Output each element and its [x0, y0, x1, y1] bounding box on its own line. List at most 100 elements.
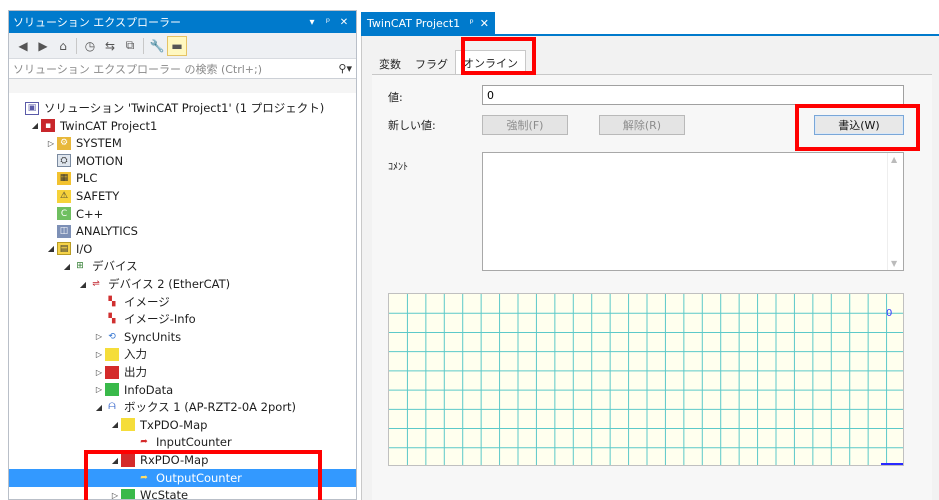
image-info-icon: ▚: [108, 314, 116, 325]
search-input[interactable]: ソリューション エクスプローラー の検索 (Ctrl+;): [13, 61, 338, 77]
collapse-all-icon[interactable]: ⧉: [120, 36, 140, 56]
tree-item[interactable]: ▚ イメージ: [9, 293, 356, 311]
image-icon: ▚: [108, 296, 116, 307]
document-tab-title: TwinCAT Project1: [367, 16, 461, 30]
expand-icon[interactable]: ▷: [45, 139, 57, 148]
tree-item-label: SYSTEM: [76, 136, 122, 151]
comment-scrollbar[interactable]: ▲ ▼: [887, 153, 903, 270]
output-folder-icon: [105, 365, 119, 379]
tree-item[interactable]: ▷ ⚙ SYSTEM: [9, 134, 356, 152]
pin-icon[interactable]: ᵖ: [320, 17, 336, 28]
scroll-up-icon[interactable]: ▲: [891, 155, 897, 164]
collapse-icon[interactable]: ◢: [29, 121, 41, 130]
comment-label: ｺﾒﾝﾄ: [388, 162, 408, 173]
solution-tree: ▣ ソリューション 'TwinCAT Project1' (1 プロジェクト) ◢ ▪…: [9, 93, 356, 499]
tab-online[interactable]: オンライン: [455, 50, 526, 74]
tree-item[interactable]: ➦ OutputCounter: [9, 468, 356, 487]
write-button[interactable]: 書込(W): [814, 115, 904, 135]
collapse-icon[interactable]: ◢: [61, 262, 73, 271]
tree-item[interactable]: ◢ ▪ TwinCAT Project1: [9, 117, 356, 135]
tree-item[interactable]: ➦ InputCounter: [9, 433, 356, 451]
tree-item[interactable]: ▷ 入力: [9, 345, 356, 363]
window-position-menu-icon[interactable]: ▾: [304, 17, 320, 28]
tree-item-label: デバイス: [92, 259, 138, 274]
solution-explorer-title: ソリューション エクスプローラー: [13, 16, 181, 29]
tree-item[interactable]: ▷ InfoData: [9, 381, 356, 399]
tree-item-label: InputCounter: [156, 435, 232, 450]
tree-item[interactable]: ◫ ANALYTICS: [9, 222, 356, 240]
comment-textarea[interactable]: ▲ ▼: [482, 152, 904, 271]
tree-item[interactable]: ⚠ SAFETY: [9, 187, 356, 205]
tree-item[interactable]: ⛭ MOTION: [9, 152, 356, 170]
value-field[interactable]: [482, 85, 904, 105]
infodata-icon: [105, 383, 119, 397]
tree-item-label: OutputCounter: [156, 470, 242, 485]
sync-icon[interactable]: ⇆: [100, 36, 120, 56]
tree-item-label: InfoData: [124, 382, 174, 397]
tree-item[interactable]: ◢ ⊞ デバイス: [9, 257, 356, 275]
tree-item[interactable]: ◢ ⇌ デバイス 2 (EtherCAT): [9, 275, 356, 293]
expand-icon[interactable]: ▷: [93, 350, 105, 359]
property-subtabs: 変数 フラグ オンライン: [372, 50, 526, 74]
tree-item-label: イメージ-Info: [124, 312, 196, 327]
properties-wrench-icon[interactable]: 🔧: [147, 36, 167, 56]
input-var-icon: ➦: [140, 437, 148, 448]
tree-item[interactable]: ◢ ▤ I/O: [9, 240, 356, 258]
tree-item-label: I/O: [76, 241, 93, 256]
scroll-down-icon[interactable]: ▼: [891, 259, 897, 268]
collapse-icon[interactable]: ◢: [45, 244, 57, 253]
document-tab-twincat-project1[interactable]: TwinCAT Project1 ᵖ ✕: [361, 12, 495, 34]
tree-item-label: イメージ: [124, 294, 170, 309]
collapse-icon[interactable]: ◢: [109, 420, 121, 429]
tree-item[interactable]: ▷ 出力: [9, 363, 356, 381]
value-label: 値:: [388, 91, 403, 104]
tree-item[interactable]: C C++: [9, 205, 356, 223]
expand-icon[interactable]: ▷: [93, 385, 105, 394]
home-icon[interactable]: ⌂: [53, 36, 73, 56]
pin-icon[interactable]: ᵖ: [469, 18, 473, 29]
forward-icon[interactable]: ▶: [33, 36, 53, 56]
back-icon[interactable]: ◀: [13, 36, 33, 56]
search-icon[interactable]: ⚲▾: [338, 62, 352, 75]
plc-icon: ▦: [57, 171, 71, 185]
syncunits-icon: ⟲: [108, 331, 116, 342]
expand-icon[interactable]: ▷: [93, 368, 105, 377]
tree-item-label: RxPDO-Map: [140, 453, 209, 467]
release-button[interactable]: 解除(R): [599, 115, 685, 135]
tree-item[interactable]: ▣ ソリューション 'TwinCAT Project1' (1 プロジェクト): [9, 99, 356, 117]
force-button[interactable]: 強制(F): [482, 115, 568, 135]
tree-item[interactable]: ▚ イメージ-Info: [9, 310, 356, 328]
tree-item-label: ソリューション 'TwinCAT Project1' (1 プロジェクト): [44, 101, 325, 115]
collapse-icon[interactable]: ◢: [109, 456, 121, 465]
expand-icon[interactable]: ▷: [93, 332, 105, 341]
solution-explorer-titlebar: ソリューション エクスプローラー ▾ ᵖ ✕: [9, 11, 356, 33]
pending-changes-icon[interactable]: ◷: [80, 36, 100, 56]
close-icon[interactable]: ✕: [336, 17, 352, 28]
solution-explorer-search[interactable]: ソリューション エクスプローラー の検索 (Ctrl+;) ⚲▾: [9, 59, 356, 79]
tree-item[interactable]: ◢ TxPDO-Map: [9, 416, 356, 434]
online-value-chart: 0: [388, 293, 904, 466]
expand-icon[interactable]: ▷: [109, 491, 121, 499]
tree-item-label: TwinCAT Project1: [60, 118, 158, 133]
tab-variable[interactable]: 変数: [372, 54, 408, 74]
collapse-icon[interactable]: ◢: [77, 280, 89, 289]
rxpdo-icon: [121, 453, 135, 467]
analytics-icon: ◫: [57, 224, 71, 238]
solution-icon: ▣: [25, 101, 39, 115]
solution-explorer-panel: ソリューション エクスプローラー ▾ ᵖ ✕ ◀ ▶ ⌂ ◷ ⇆ ⧉ 🔧 ▬ ソ…: [8, 10, 357, 500]
document-area: 変数 フラグ オンライン 値: 新しい値: 強制(F) 解除(R) 書込(W) …: [361, 36, 939, 500]
txpdo-icon: [121, 418, 135, 432]
tree-item[interactable]: ▷ ⟲ SyncUnits: [9, 328, 356, 346]
tree-item-label: WcState: [140, 488, 189, 500]
preview-toggle-icon[interactable]: ▬: [167, 35, 187, 56]
collapse-icon[interactable]: ◢: [93, 403, 105, 412]
tree-item[interactable]: ◢ ᗩ ボックス 1 (AP-RZT2-0A 2port): [9, 398, 356, 416]
tree-item[interactable]: ▷ WcState: [9, 486, 356, 500]
close-icon[interactable]: ✕: [480, 17, 489, 30]
tab-flags[interactable]: フラグ: [408, 54, 455, 74]
tree-item[interactable]: ▦ PLC: [9, 169, 356, 187]
devices-icon: ⊞: [76, 261, 84, 272]
tree-item[interactable]: ◢ RxPDO-Map: [9, 451, 356, 469]
wcstate-icon: [121, 488, 135, 499]
output-var-icon: ➦: [140, 472, 148, 483]
